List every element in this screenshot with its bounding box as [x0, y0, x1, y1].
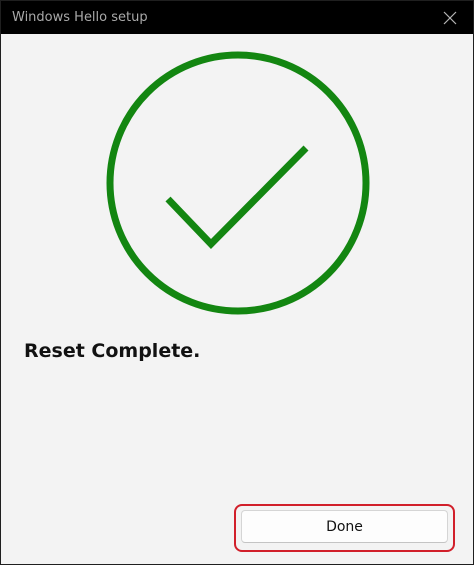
dialog-content: Reset Complete. Done — [1, 34, 473, 564]
checkmark-circle-icon — [106, 51, 370, 315]
window-title: Windows Hello setup — [12, 10, 148, 25]
title-bar[interactable]: Windows Hello setup — [1, 1, 473, 34]
reset-complete-message: Reset Complete. — [24, 340, 201, 362]
close-icon — [443, 11, 457, 24]
close-button[interactable] — [433, 1, 467, 34]
windows-hello-setup-dialog: Windows Hello setup Reset Complete. Done — [0, 0, 474, 565]
done-button[interactable]: Done — [241, 510, 448, 543]
